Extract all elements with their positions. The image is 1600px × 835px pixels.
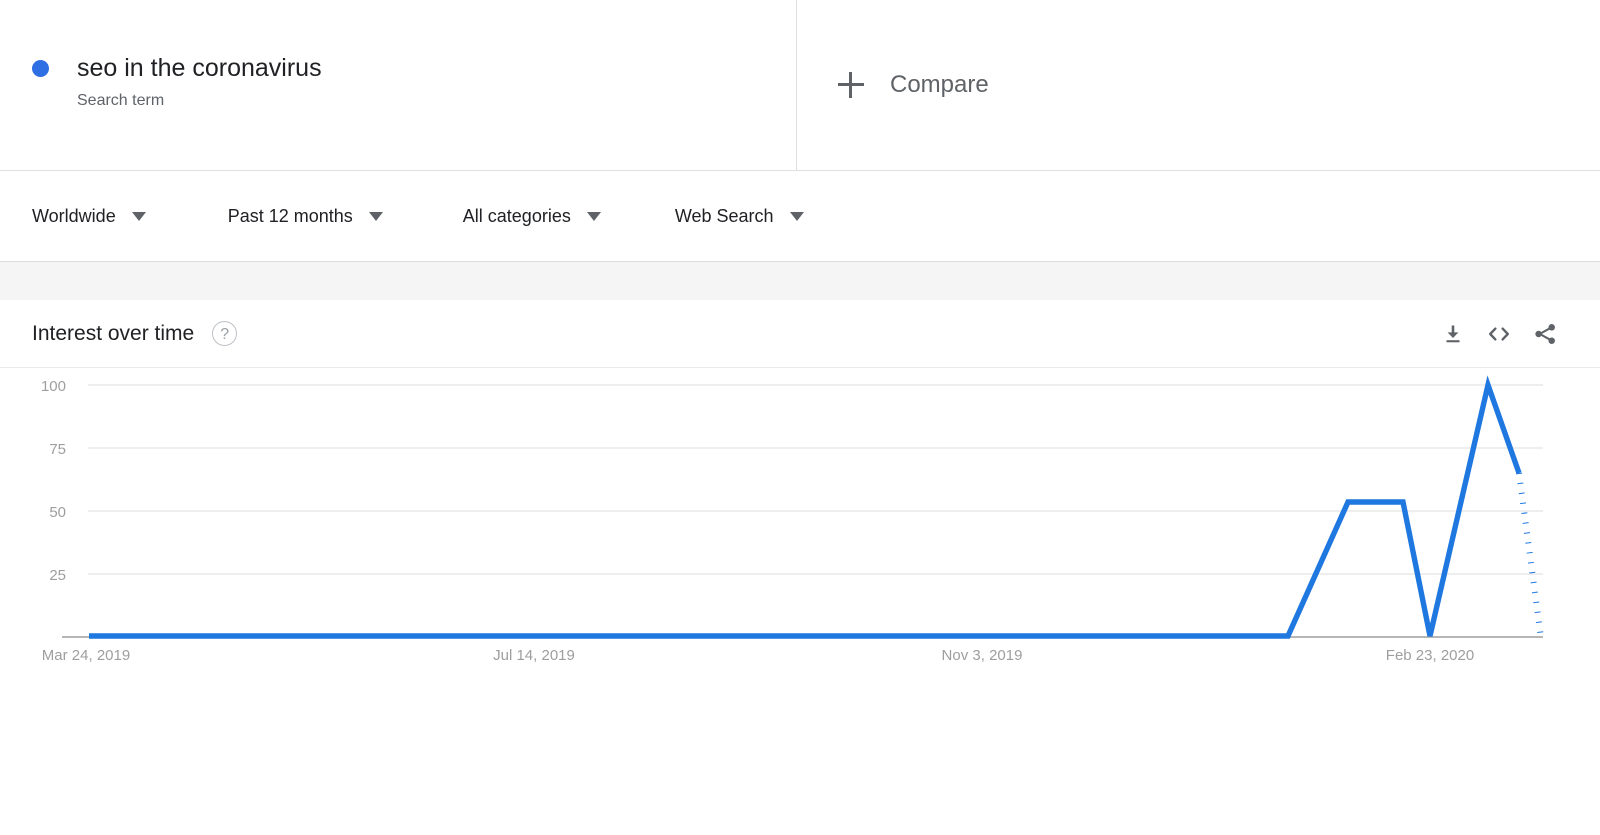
chart-y-axis: 100 75 50 25 xyxy=(41,378,66,584)
x-tick-label: Jul 14, 2019 xyxy=(493,647,575,664)
download-icon xyxy=(1441,322,1465,346)
y-tick-label: 75 xyxy=(49,441,66,458)
x-tick-label: Mar 24, 2019 xyxy=(42,647,130,664)
filter-search-type[interactable]: Web Search xyxy=(675,206,804,227)
share-button[interactable] xyxy=(1522,311,1568,357)
chart-gridlines xyxy=(62,384,1543,638)
embed-code-button[interactable] xyxy=(1476,311,1522,357)
help-circle-icon[interactable]: ? xyxy=(212,321,238,346)
filter-category[interactable]: All categories xyxy=(463,206,601,227)
y-tick-label: 50 xyxy=(49,504,66,521)
share-icon xyxy=(1532,321,1558,347)
search-term-card[interactable]: seo in the coronavirus Search term xyxy=(0,0,797,170)
chevron-down-icon xyxy=(586,211,601,221)
section-separator xyxy=(0,261,1600,300)
y-tick-label: 100 xyxy=(41,378,66,395)
interest-over-time-card: Interest over time ? 100 75 50 25 Mar 24… xyxy=(0,300,1600,808)
filter-time-range-label: Past 12 months xyxy=(227,205,353,226)
search-term-bar: seo in the coronavirus Search term Compa… xyxy=(0,0,1600,171)
compare-label: Compare xyxy=(890,71,989,98)
filter-bar: Worldwide Past 12 months All categories … xyxy=(0,171,1600,261)
filter-time-range[interactable]: Past 12 months xyxy=(228,206,383,227)
chart-svg: 100 75 50 25 Mar 24, 2019 Jul 14, 2019 N… xyxy=(41,375,1544,664)
search-term-title: seo in the coronavirus xyxy=(77,54,322,82)
filter-category-label: All categories xyxy=(462,205,571,226)
card-header: Interest over time ? xyxy=(0,300,1600,368)
plus-icon xyxy=(838,72,864,98)
card-action-icons xyxy=(1430,311,1568,357)
x-tick-label: Nov 3, 2019 xyxy=(942,647,1023,664)
chart-x-axis: Mar 24, 2019 Jul 14, 2019 Nov 3, 2019 Fe… xyxy=(42,647,1474,664)
filter-location-label: Worldwide xyxy=(32,205,116,226)
filter-location[interactable]: Worldwide xyxy=(32,206,146,227)
x-tick-label: Feb 23, 2020 xyxy=(1386,647,1474,664)
chevron-down-icon xyxy=(789,211,804,221)
filter-search-type-label: Web Search xyxy=(674,205,774,226)
card-title: Interest over time xyxy=(32,321,195,345)
compare-button[interactable]: Compare xyxy=(798,0,989,170)
embed-code-icon xyxy=(1486,322,1512,346)
chevron-down-icon xyxy=(368,211,383,221)
chevron-down-icon xyxy=(131,211,146,221)
y-tick-label: 25 xyxy=(49,567,66,584)
interest-over-time-chart: 100 75 50 25 Mar 24, 2019 Jul 14, 2019 N… xyxy=(0,368,1600,808)
search-term-subtitle: Search term xyxy=(77,92,165,109)
series-color-dot xyxy=(32,60,49,77)
download-button[interactable] xyxy=(1430,311,1476,357)
